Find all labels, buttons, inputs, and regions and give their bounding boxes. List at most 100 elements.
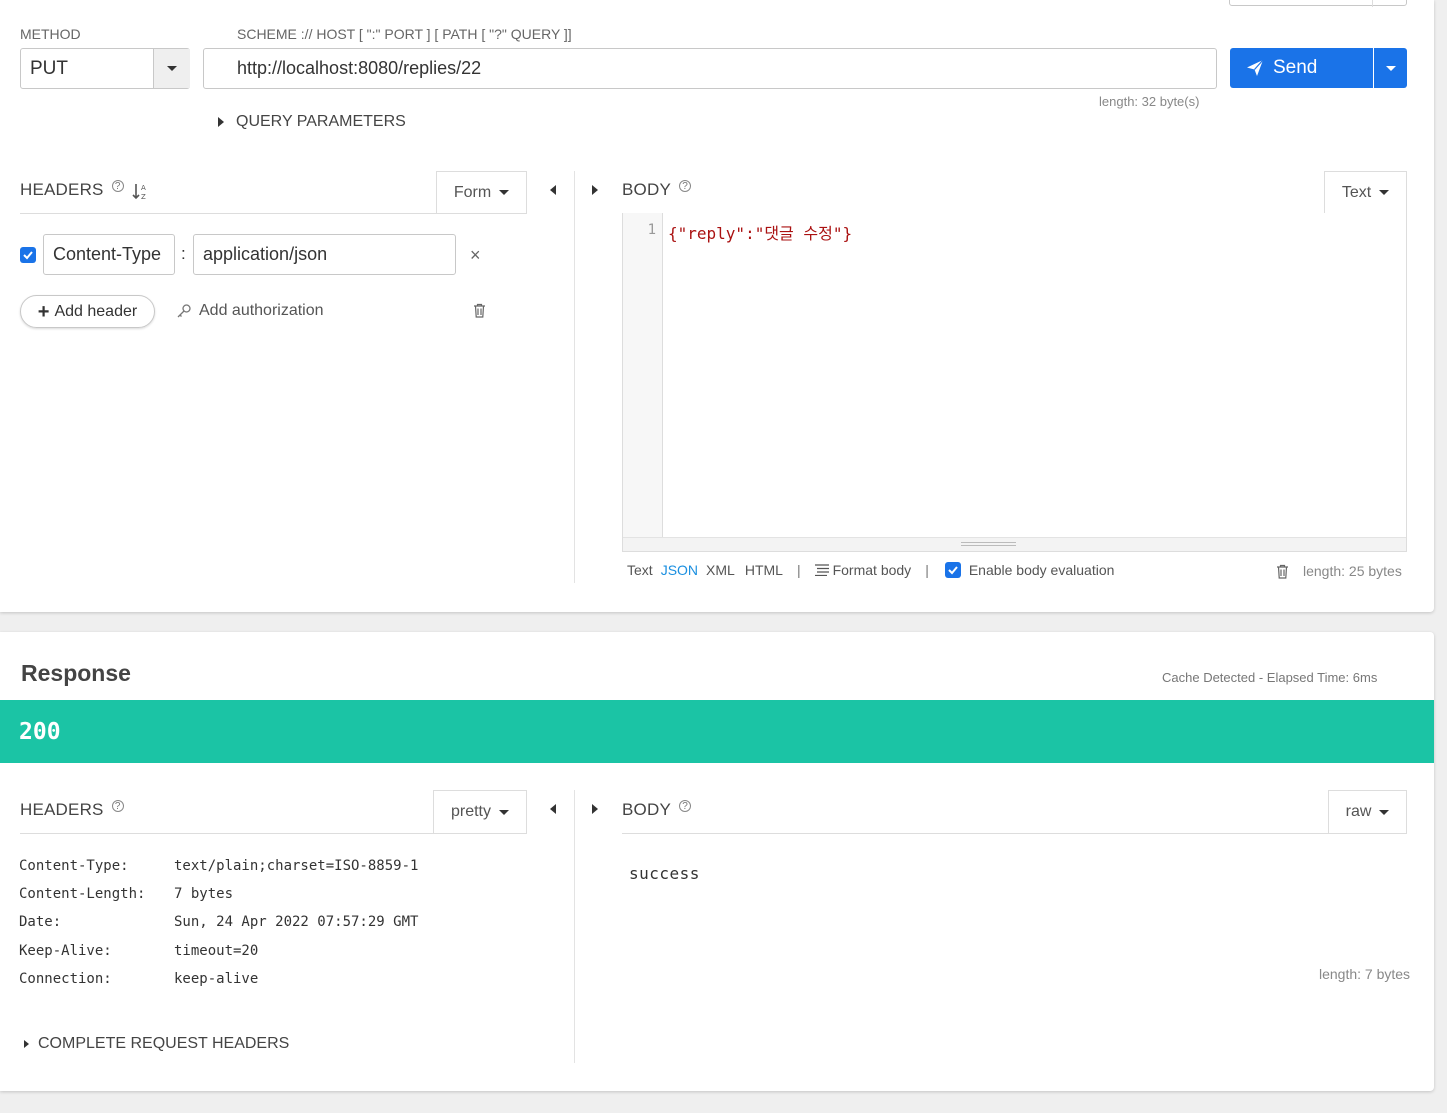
response-headers-mode-select[interactable]: pretty xyxy=(433,790,527,833)
response-header-key: Keep-Alive: xyxy=(19,943,112,959)
response-header-value: text/plain;charset=ISO-8859-1 xyxy=(174,858,419,874)
resize-grip-line xyxy=(961,542,1016,543)
response-header-key: Content-Type: xyxy=(19,858,129,874)
caret-right-icon xyxy=(218,117,224,127)
body-type-xml[interactable]: XML xyxy=(706,562,735,578)
line-number: 1 xyxy=(647,222,656,238)
collapse-right-icon[interactable] xyxy=(592,185,598,195)
header-value-value: application/json xyxy=(203,244,328,264)
enable-eval-checkbox[interactable] xyxy=(944,562,961,578)
environment-select[interactable] xyxy=(1229,0,1407,7)
header-key-input[interactable]: Content-Type xyxy=(43,234,175,275)
header-value-input[interactable]: application/json xyxy=(193,234,456,275)
method-select[interactable]: PUT xyxy=(20,48,190,89)
svg-text:A: A xyxy=(141,184,146,192)
method-dropdown-toggle[interactable] xyxy=(153,49,190,88)
environment-select-divider xyxy=(1372,0,1373,7)
complete-request-headers-label: COMPLETE REQUEST HEADERS xyxy=(38,1035,290,1052)
response-body-content: success xyxy=(629,864,700,883)
response-header-key: Connection: xyxy=(19,971,112,987)
send-label: Send xyxy=(1273,57,1318,78)
panel-splitter[interactable] xyxy=(574,171,575,583)
response-body-mode-value: raw xyxy=(1345,803,1372,820)
sort-alpha-icon[interactable]: AZ xyxy=(132,181,148,201)
add-header-label: Add header xyxy=(54,302,138,320)
headers-mode-value: Form xyxy=(453,183,492,201)
response-header-value: 7 bytes xyxy=(174,886,234,902)
response-title: Response xyxy=(21,660,131,686)
collapse-right-icon[interactable] xyxy=(592,804,598,814)
url-input[interactable]: http://localhost:8080/replies/22 xyxy=(203,48,1217,89)
request-panel: METHOD SCHEME :// HOST [ ":" PORT ] [ PA… xyxy=(0,0,1434,612)
body-editor[interactable]: 1 {"reply":"댓글 수정"} xyxy=(622,213,1407,552)
enable-eval-label: Enable body evaluation xyxy=(968,562,1115,578)
check-icon xyxy=(23,251,33,260)
add-authorization-label: Add authorization xyxy=(199,302,324,319)
body-type-text[interactable]: Text xyxy=(627,562,653,578)
response-headers-heading: HEADERS ? xyxy=(20,800,124,820)
response-body-mode-select[interactable]: raw xyxy=(1328,790,1407,833)
footer-separator: | xyxy=(796,562,801,578)
collapse-left-icon[interactable] xyxy=(550,185,556,195)
response-panel-splitter[interactable] xyxy=(574,790,575,1063)
response-header-value: timeout=20 xyxy=(174,943,259,959)
header-key-value: Content-Type xyxy=(53,244,162,264)
add-authorization-button[interactable]: Add authorization xyxy=(176,302,324,320)
help-icon[interactable]: ? xyxy=(111,180,124,192)
send-button[interactable]: Send xyxy=(1230,48,1373,88)
header-enabled-checkbox[interactable] xyxy=(20,247,36,263)
cache-info: Cache Detected - Elapsed Time: 6ms xyxy=(1162,670,1378,685)
body-content: {"reply":"댓글 수정"} xyxy=(668,224,853,243)
help-icon[interactable]: ? xyxy=(111,800,124,812)
headers-mode-select[interactable]: Form xyxy=(436,171,527,213)
chevron-down-icon xyxy=(499,190,510,195)
key-icon xyxy=(177,304,191,318)
url-value: http://localhost:8080/replies/22 xyxy=(237,58,482,78)
status-bar: 200 xyxy=(0,700,1434,763)
help-icon[interactable]: ? xyxy=(678,180,691,192)
format-body-label: Format body xyxy=(832,562,912,578)
resize-grip-line xyxy=(961,545,1016,546)
body-type-bar: Text JSON XML HTML | Format body | Enabl… xyxy=(627,562,1114,578)
request-body-title: BODY xyxy=(622,180,671,199)
body-type-html[interactable]: HTML xyxy=(745,562,783,578)
remove-header-icon[interactable]: × xyxy=(470,245,481,266)
header-separator: : xyxy=(181,244,186,263)
line-gutter: 1 xyxy=(623,213,663,537)
response-body-heading: BODY ? xyxy=(622,800,691,820)
url-label: SCHEME :// HOST [ ":" PORT ] [ PATH [ "?… xyxy=(237,26,572,42)
request-body-heading: BODY ? xyxy=(622,180,691,200)
svg-text:Z: Z xyxy=(141,193,146,201)
response-headers-divider xyxy=(20,833,527,834)
complete-request-headers-toggle[interactable]: COMPLETE REQUEST HEADERS xyxy=(24,1035,289,1053)
editor-resize-handle[interactable] xyxy=(623,537,1406,551)
method-label: METHOD xyxy=(20,26,81,42)
response-headers-title: HEADERS xyxy=(20,800,104,819)
chevron-down-icon xyxy=(1379,190,1390,195)
paper-plane-icon xyxy=(1247,59,1264,76)
query-params-toggle[interactable]: QUERY PARAMETERS xyxy=(218,113,406,131)
help-icon[interactable]: ? xyxy=(678,800,691,812)
response-header-key: Content-Length: xyxy=(19,886,146,902)
status-code: 200 xyxy=(19,719,61,745)
add-header-button[interactable]: + Add header xyxy=(20,295,155,328)
check-icon xyxy=(948,566,958,575)
response-header-value: Sun, 24 Apr 2022 07:57:29 GMT xyxy=(174,914,419,930)
request-headers-title: HEADERS xyxy=(20,180,104,199)
trash-icon[interactable] xyxy=(1276,564,1289,579)
collapse-left-icon[interactable] xyxy=(550,804,556,814)
format-body-button[interactable]: Format body xyxy=(814,562,912,578)
trash-icon[interactable] xyxy=(473,303,486,318)
body-type-json[interactable]: JSON xyxy=(661,562,698,578)
method-value: PUT xyxy=(30,58,68,79)
body-mode-select[interactable]: Text xyxy=(1324,171,1407,213)
response-header-key: Date: xyxy=(19,914,62,930)
chevron-down-icon xyxy=(1385,65,1396,71)
caret-right-icon xyxy=(24,1040,29,1048)
send-options-button[interactable] xyxy=(1374,48,1407,88)
chevron-down-icon xyxy=(167,66,177,71)
request-headers-heading: HEADERS ? AZ xyxy=(20,180,148,201)
chevron-down-icon xyxy=(1379,809,1390,815)
url-length: length: 32 byte(s) xyxy=(1099,94,1200,109)
response-body-title: BODY xyxy=(622,800,671,819)
